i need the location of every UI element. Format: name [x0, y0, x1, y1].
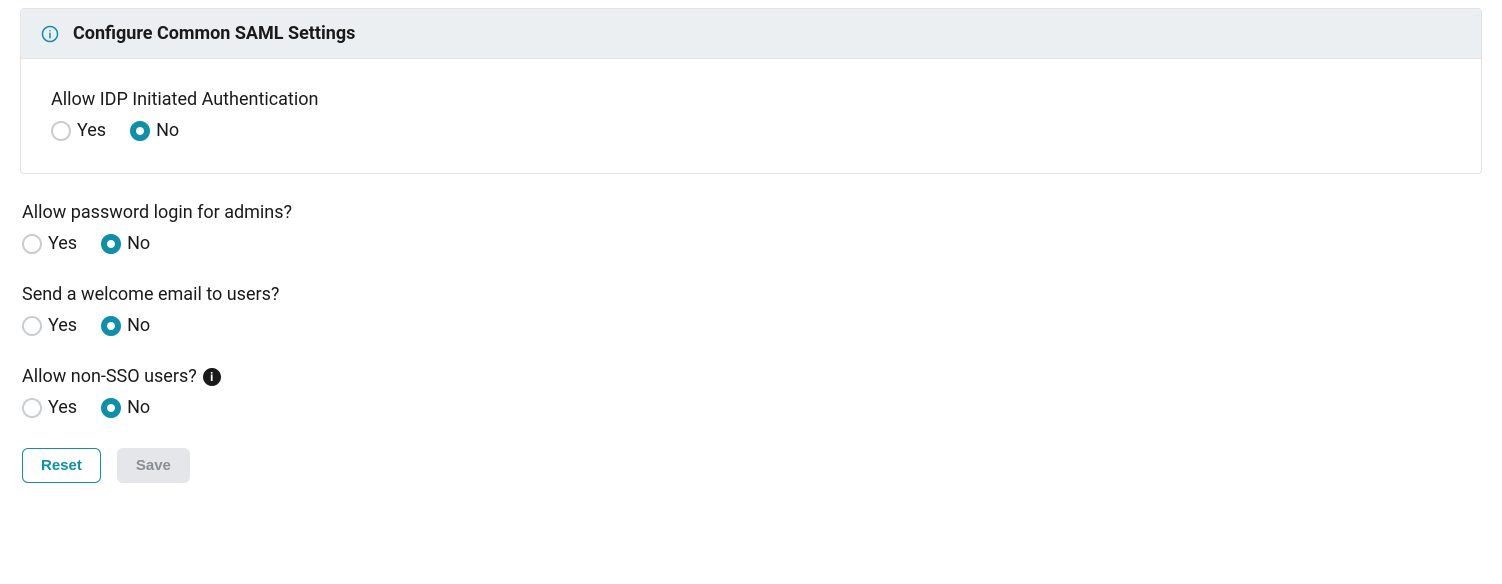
- radio-group-idp-auth: Yes No: [51, 120, 1451, 141]
- radio-idp-auth-yes[interactable]: Yes: [51, 120, 106, 141]
- radio-non-sso-yes[interactable]: Yes: [22, 397, 77, 418]
- radio-label: No: [127, 315, 150, 336]
- field-admin-password: Allow password login for admins? Yes No: [22, 202, 1482, 254]
- radio-admin-password-no[interactable]: No: [101, 233, 150, 254]
- field-label-idp-auth: Allow IDP Initiated Authentication: [51, 89, 1451, 110]
- radio-circle-selected-icon: [101, 398, 121, 418]
- field-label-welcome-email: Send a welcome email to users?: [22, 284, 1482, 305]
- radio-label: Yes: [48, 397, 77, 418]
- saml-settings-panel: Configure Common SAML Settings Allow IDP…: [20, 8, 1482, 174]
- field-non-sso: Allow non-SSO users? i Yes No: [22, 366, 1482, 418]
- help-icon[interactable]: i: [203, 368, 221, 386]
- radio-idp-auth-no[interactable]: No: [130, 120, 179, 141]
- radio-circle-selected-icon: [101, 316, 121, 336]
- radio-group-admin-password: Yes No: [22, 233, 1482, 254]
- field-idp-auth: Allow IDP Initiated Authentication Yes N…: [51, 89, 1451, 141]
- radio-label: Yes: [77, 120, 106, 141]
- field-label-non-sso: Allow non-SSO users? i: [22, 366, 1482, 387]
- radio-label: No: [156, 120, 179, 141]
- radio-circle-icon: [22, 316, 42, 336]
- radio-label: Yes: [48, 233, 77, 254]
- radio-group-welcome-email: Yes No: [22, 315, 1482, 336]
- panel-header: Configure Common SAML Settings: [21, 9, 1481, 59]
- radio-label: No: [127, 233, 150, 254]
- radio-circle-icon: [51, 121, 71, 141]
- radio-non-sso-no[interactable]: No: [101, 397, 150, 418]
- panel-title: Configure Common SAML Settings: [73, 23, 355, 44]
- radio-label: No: [127, 397, 150, 418]
- save-button[interactable]: Save: [117, 448, 190, 483]
- radio-admin-password-yes[interactable]: Yes: [22, 233, 77, 254]
- panel-body: Allow IDP Initiated Authentication Yes N…: [21, 59, 1481, 173]
- radio-circle-icon: [22, 398, 42, 418]
- button-row: Reset Save: [22, 448, 1482, 483]
- radio-circle-icon: [22, 234, 42, 254]
- radio-group-non-sso: Yes No: [22, 397, 1482, 418]
- radio-circle-selected-icon: [101, 234, 121, 254]
- field-label-text: Allow non-SSO users?: [22, 366, 197, 387]
- radio-welcome-email-no[interactable]: No: [101, 315, 150, 336]
- outside-fields: Allow password login for admins? Yes No …: [22, 202, 1482, 483]
- radio-label: Yes: [48, 315, 77, 336]
- info-icon: [41, 25, 59, 43]
- radio-welcome-email-yes[interactable]: Yes: [22, 315, 77, 336]
- radio-circle-selected-icon: [130, 121, 150, 141]
- reset-button[interactable]: Reset: [22, 448, 101, 483]
- field-label-admin-password: Allow password login for admins?: [22, 202, 1482, 223]
- field-welcome-email: Send a welcome email to users? Yes No: [22, 284, 1482, 336]
